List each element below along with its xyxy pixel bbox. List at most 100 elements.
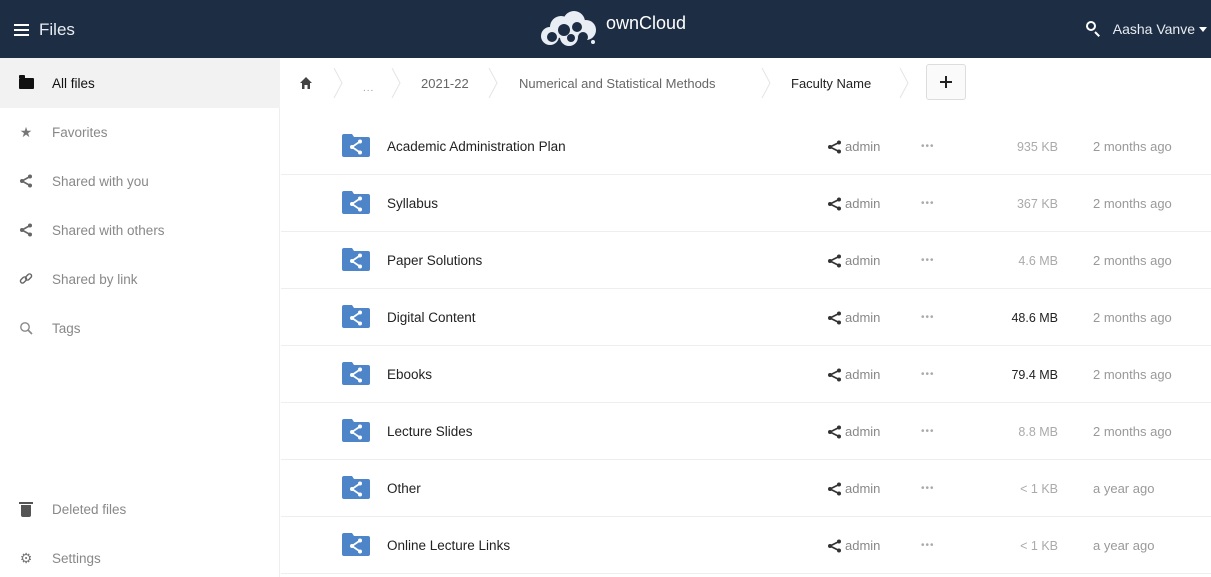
brand-name: ownCloud — [606, 12, 687, 33]
file-name[interactable]: Online Lecture Links — [387, 517, 510, 574]
more-actions-button[interactable]: ••• — [921, 289, 935, 346]
file-row[interactable]: Academic Administration Plan admin ••• 935 … — [281, 118, 1211, 175]
share-icon — [18, 173, 34, 189]
file-size: 4.6 MB — [1018, 253, 1058, 268]
search-icon[interactable] — [1079, 16, 1107, 42]
more-actions-button[interactable]: ••• — [921, 346, 935, 403]
share-icon — [827, 539, 845, 553]
file-size: 8.8 MB — [1018, 424, 1058, 439]
breadcrumb-item[interactable]: 2021-22 — [421, 58, 469, 108]
top-header: Files ownCloud Aasha Vanve — [0, 0, 1211, 58]
share-owner-label: admin — [845, 538, 881, 553]
file-size: 79.4 MB — [1011, 367, 1058, 382]
share-icon — [827, 140, 845, 154]
more-actions-button[interactable]: ••• — [921, 517, 935, 574]
share-owner-label: admin — [845, 139, 881, 154]
trash-icon — [18, 501, 34, 517]
share-owner-button[interactable]: admin — [827, 118, 880, 175]
share-icon — [827, 254, 845, 268]
shared-folder-icon[interactable] — [341, 304, 371, 329]
shared-folder-icon[interactable] — [341, 361, 371, 386]
sidebar-item-favorites[interactable]: ★ Favorites — [0, 107, 280, 157]
file-row[interactable]: Other admin ••• < 1 KB a year ago — [281, 460, 1211, 517]
file-name[interactable]: Syllabus — [387, 175, 438, 232]
file-row[interactable]: Online Lecture Links admin ••• < 1 KB a year… — [281, 517, 1211, 574]
share-owner-button[interactable]: admin — [827, 460, 880, 517]
share-owner-button[interactable]: admin — [827, 175, 880, 232]
breadcrumb: ... 2021-22 Numerical and Statistical Me… — [281, 58, 1211, 108]
file-row[interactable]: Paper Solutions admin ••• 4.6 MB 2 months ag… — [281, 232, 1211, 289]
file-name[interactable]: Academic Administration Plan — [387, 118, 566, 175]
file-row[interactable]: Lecture Slides admin ••• 8.8 MB 2 months ago — [281, 403, 1211, 460]
share-owner-label: admin — [845, 196, 881, 211]
brand-logo[interactable]: ownCloud — [536, 10, 686, 48]
cloud-logo-icon — [541, 11, 596, 46]
file-row[interactable]: Digital Content admin ••• 48.6 MB 2 months a… — [281, 289, 1211, 346]
sidebar-item-deleted-files[interactable]: Deleted files — [0, 484, 280, 534]
user-menu[interactable]: Aasha Vanve — [1113, 21, 1195, 37]
app-name: Files — [39, 20, 75, 39]
file-name[interactable]: Digital Content — [387, 289, 476, 346]
file-modified: 2 months ago — [1093, 424, 1172, 439]
more-actions-button[interactable]: ••• — [921, 403, 935, 460]
share-icon — [827, 368, 845, 382]
search-icon — [18, 320, 34, 336]
share-owner-label: admin — [845, 481, 881, 496]
folder-icon — [18, 74, 34, 91]
file-size: 367 KB — [1016, 196, 1058, 211]
more-actions-button[interactable]: ••• — [921, 175, 935, 232]
file-name[interactable]: Paper Solutions — [387, 232, 482, 289]
sidebar-item-label: Shared with you — [52, 173, 149, 189]
file-modified: 2 months ago — [1093, 139, 1172, 154]
sidebar-item-shared-with-others[interactable]: Shared with others — [0, 205, 280, 255]
breadcrumb-ellipsis[interactable]: ... — [363, 58, 374, 108]
link-icon — [18, 271, 34, 287]
breadcrumb-home[interactable] — [299, 58, 313, 108]
sidebar-item-label: All files — [52, 75, 95, 91]
plus-icon — [940, 76, 952, 88]
file-row[interactable]: Ebooks admin ••• 79.4 MB 2 months ago — [281, 346, 1211, 403]
file-modified: a year ago — [1093, 538, 1155, 553]
shared-folder-icon[interactable] — [341, 190, 371, 215]
more-actions-button[interactable]: ••• — [921, 232, 935, 289]
shared-folder-icon[interactable] — [341, 133, 371, 158]
sidebar-item-shared-with-you[interactable]: Shared with you — [0, 156, 280, 206]
share-owner-button[interactable]: admin — [827, 403, 880, 460]
sidebar-item-label: Settings — [52, 550, 101, 566]
share-icon — [827, 482, 845, 496]
sidebar-item-all-files[interactable]: All files — [0, 58, 280, 108]
home-icon — [300, 77, 312, 89]
breadcrumb-item[interactable]: Numerical and Statistical Methods — [519, 58, 716, 108]
share-owner-button[interactable]: admin — [827, 232, 880, 289]
sidebar-item-tags[interactable]: Tags — [0, 303, 280, 353]
file-row[interactable]: Syllabus admin ••• 367 KB 2 months ago — [281, 175, 1211, 232]
sidebar-item-label: Shared with others — [52, 222, 165, 238]
shared-folder-icon[interactable] — [341, 247, 371, 272]
sidebar: All files ★ Favorites Shared with you Sh… — [0, 58, 280, 577]
hamburger-icon — [14, 24, 29, 36]
share-owner-button[interactable]: admin — [827, 289, 880, 346]
more-actions-button[interactable]: ••• — [921, 460, 935, 517]
header-actions: Aasha Vanve — [1079, 16, 1211, 42]
file-name[interactable]: Other — [387, 460, 421, 517]
shared-folder-icon[interactable] — [341, 532, 371, 557]
app-menu-button[interactable]: Files — [14, 20, 78, 40]
file-name[interactable]: Lecture Slides — [387, 403, 473, 460]
breadcrumb-separator — [333, 67, 343, 99]
star-icon: ★ — [19, 123, 33, 140]
sidebar-item-shared-by-link[interactable]: Shared by link — [0, 254, 280, 304]
shared-folder-icon[interactable] — [341, 418, 371, 443]
new-file-button[interactable] — [926, 64, 966, 100]
sidebar-item-settings[interactable]: ⚙ Settings — [0, 533, 280, 577]
share-owner-label: admin — [845, 253, 881, 268]
more-actions-button[interactable]: ••• — [921, 118, 935, 175]
share-owner-button[interactable]: admin — [827, 346, 880, 403]
sidebar-item-label: Tags — [52, 320, 81, 336]
breadcrumb-item-current[interactable]: Faculty Name — [791, 58, 871, 108]
file-modified: 2 months ago — [1093, 253, 1172, 268]
share-owner-button[interactable]: admin — [827, 517, 880, 574]
chevron-down-icon[interactable] — [1199, 26, 1207, 32]
shared-folder-icon[interactable] — [341, 475, 371, 500]
file-name[interactable]: Ebooks — [387, 346, 432, 403]
file-size: < 1 KB — [1020, 538, 1058, 553]
